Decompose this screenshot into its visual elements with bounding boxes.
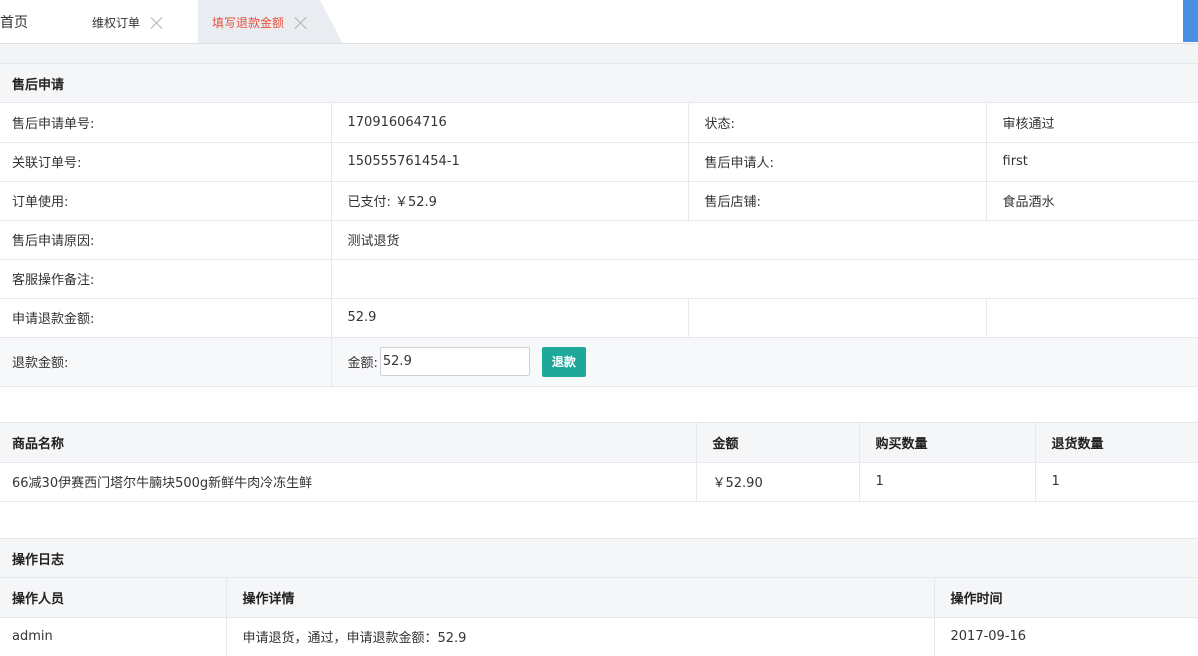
empty-cell — [986, 298, 1198, 338]
field-label: 订单使用: — [0, 181, 332, 221]
tab-fill-refund-amount[interactable]: 填写退款金额 — [198, 0, 343, 44]
goods-table: 商品名称 金额 购买数量 退货数量 66减30伊赛西门塔尔牛腩块500g新鲜牛肉… — [0, 423, 1198, 502]
column-header-buy-qty: 购买数量 — [859, 423, 1036, 463]
table-row: 申请退款金额: 52.9 — [0, 298, 1198, 338]
operation-log-section: 操作日志 操作人员 操作详情 操作时间 admin 申请退货，通过，申请退款金额… — [0, 538, 1198, 656]
goods-name: 66减30伊赛西门塔尔牛腩块500g新鲜牛肉冷冻生鲜 — [0, 462, 697, 502]
table-row: 客服操作备注: — [0, 259, 1198, 299]
applicant-value: first — [986, 142, 1198, 182]
field-label: 售后申请单号: — [0, 103, 332, 143]
empty-cell — [688, 298, 987, 338]
goods-amount: ￥52.90 — [696, 462, 860, 502]
column-header-goods-name: 商品名称 — [0, 423, 697, 463]
goods-buy-qty: 1 — [859, 462, 1036, 502]
tab-rights-order-label: 维权订单 — [92, 15, 141, 30]
log-operator: admin — [0, 617, 227, 656]
goods-section: 商品名称 金额 购买数量 退货数量 66减30伊赛西门塔尔牛腩块500g新鲜牛肉… — [0, 422, 1198, 502]
tab-fill-refund-amount-label: 填写退款金额 — [212, 15, 285, 30]
after-sale-title: 售后申请 — [0, 64, 1198, 103]
field-label: 关联订单号: — [0, 142, 332, 182]
status-value: 审核通过 — [986, 103, 1198, 143]
tab-home-label: 首页 — [0, 15, 28, 31]
reason-value: 测试退货 — [331, 220, 1198, 260]
order-payment-value: 已支付: ￥52.9 — [331, 181, 689, 221]
field-label: 客服操作备注: — [0, 259, 332, 299]
refund-amount-input[interactable] — [379, 347, 530, 376]
close-icon[interactable] — [150, 16, 163, 29]
log-time: 2017-09-16 — [934, 617, 1198, 656]
after-sale-table: 售后申请单号: 170916064716 状态: 审核通过 关联订单号: 150… — [0, 103, 1198, 387]
field-label: 售后店铺: — [688, 181, 987, 221]
operation-log-title: 操作日志 — [0, 539, 1198, 578]
after-sale-section: 售后申请 售后申请单号: 170916064716 状态: 审核通过 关联订单号… — [0, 64, 1198, 387]
refund-button[interactable]: 退款 — [541, 346, 586, 377]
table-row: 售后申请单号: 170916064716 状态: 审核通过 — [0, 103, 1198, 143]
after-sale-number: 170916064716 — [331, 103, 689, 143]
operation-log-table: 操作人员 操作详情 操作时间 admin 申请退货，通过，申请退款金额：52.9… — [0, 578, 1198, 656]
field-label: 退款金额: — [0, 337, 332, 387]
tab-rights-order[interactable]: 维权订单 — [80, 0, 198, 44]
table-row: 售后申请原因: 测试退货 — [0, 220, 1198, 260]
field-label: 售后申请人: — [688, 142, 987, 182]
log-detail: 申请退货，通过，申请退款金额：52.9 — [226, 617, 935, 656]
column-header-time: 操作时间 — [934, 578, 1198, 618]
field-label: 状态: — [688, 103, 987, 143]
close-icon[interactable] — [294, 16, 307, 29]
scroll-edge-indicator — [1183, 0, 1198, 42]
refund-cell: 金额: 退款 — [331, 337, 1198, 387]
related-order-number: 150555761454-1 — [331, 142, 689, 182]
tab-bar: 首页 维权订单 填写退款金额 — [0, 0, 1198, 44]
field-label: 申请退款金额: — [0, 298, 332, 338]
table-row: admin 申请退货，通过，申请退款金额：52.9 2017-09-16 — [0, 617, 1198, 656]
store-value: 食品酒水 — [986, 181, 1198, 221]
refund-row: 退款金额: 金额: 退款 — [0, 337, 1198, 387]
column-header-operator: 操作人员 — [0, 578, 227, 618]
apply-amount-value: 52.9 — [331, 298, 689, 338]
refund-form: 金额: 退款 — [347, 346, 1198, 377]
table-header-row: 操作人员 操作详情 操作时间 — [0, 578, 1198, 618]
table-row: 订单使用: 已支付: ￥52.9 售后店铺: 食品酒水 — [0, 181, 1198, 221]
amount-label: 金额: — [347, 356, 378, 371]
column-header-amount: 金额 — [696, 423, 860, 463]
field-label: 售后申请原因: — [0, 220, 332, 260]
remark-value — [331, 259, 1198, 299]
tab-home[interactable]: 首页 — [0, 0, 80, 44]
goods-return-qty: 1 — [1035, 462, 1198, 502]
section-gap — [0, 44, 1198, 64]
table-header-row: 商品名称 金额 购买数量 退货数量 — [0, 423, 1198, 463]
table-row: 66减30伊赛西门塔尔牛腩块500g新鲜牛肉冷冻生鲜 ￥52.90 1 1 — [0, 462, 1198, 502]
table-row: 关联订单号: 150555761454-1 售后申请人: first — [0, 142, 1198, 182]
column-header-detail: 操作详情 — [226, 578, 935, 618]
column-header-return-qty: 退货数量 — [1035, 423, 1198, 463]
